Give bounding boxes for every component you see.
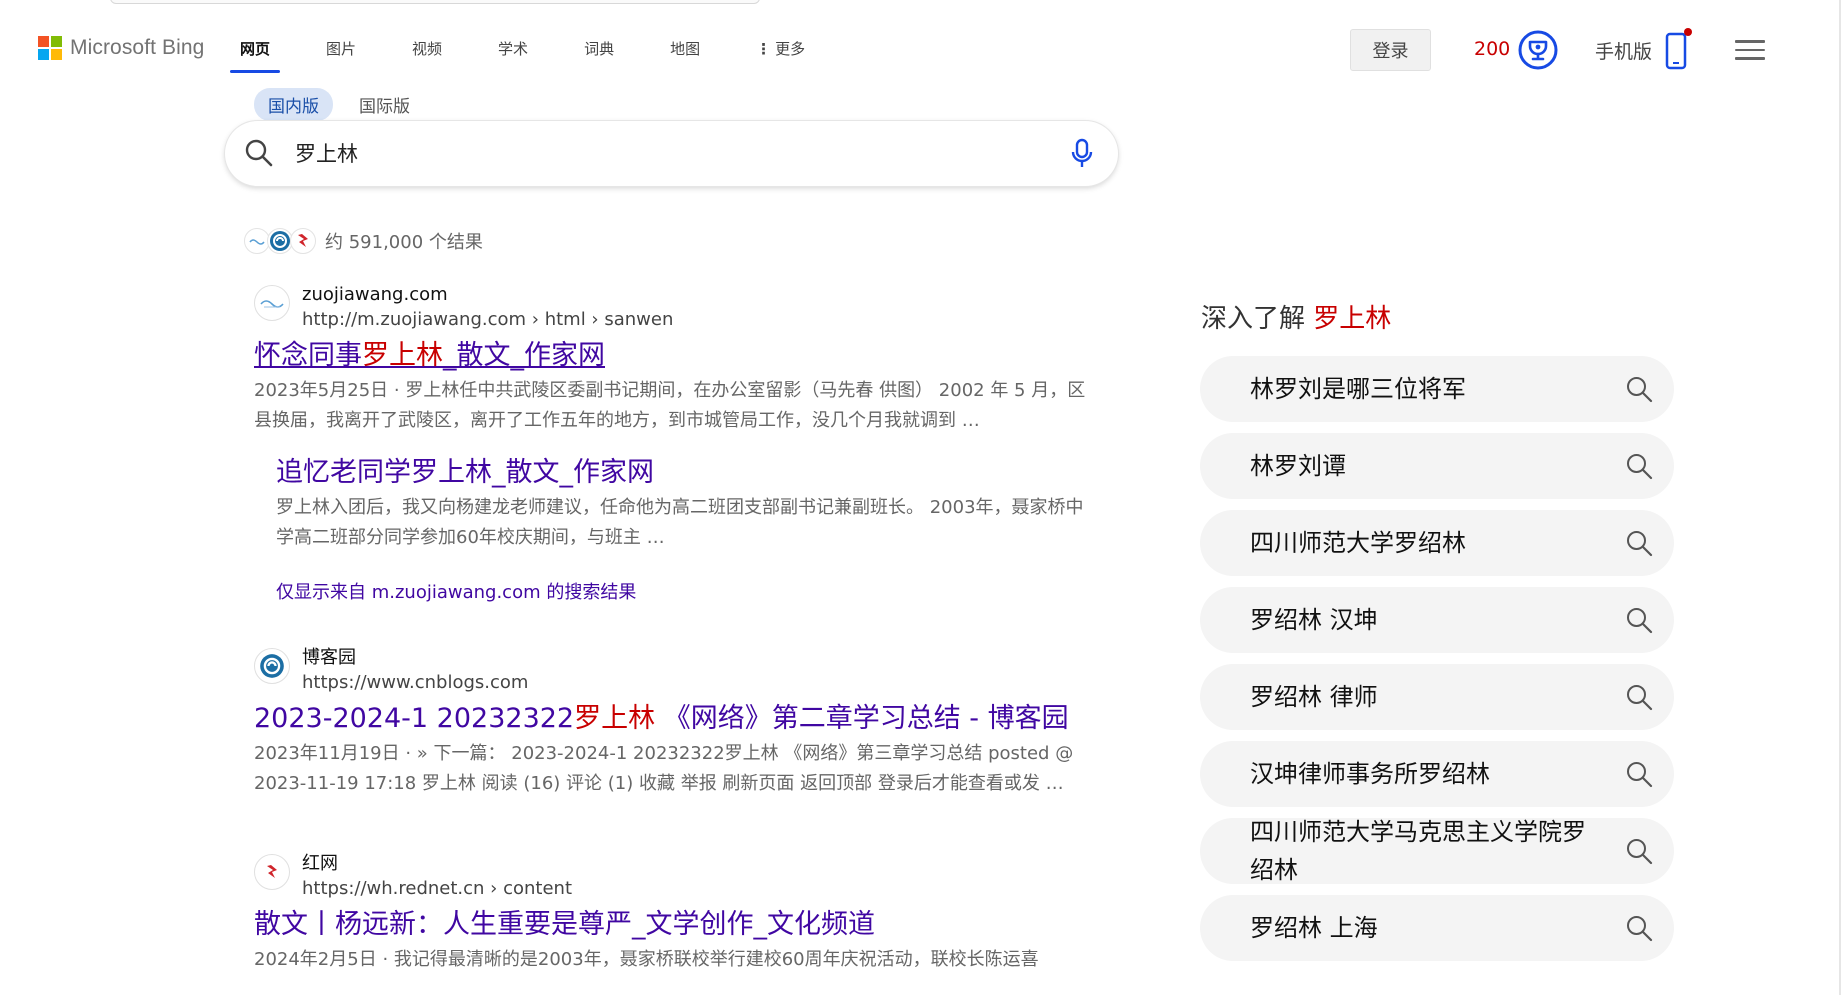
- tab-images[interactable]: 图片: [326, 30, 356, 73]
- trophy-icon[interactable]: [1518, 30, 1558, 70]
- phone-icon[interactable]: [1664, 28, 1692, 72]
- result-source[interactable]: 博客园 https://www.cnblogs.com: [254, 646, 1094, 695]
- brand-name: Microsoft Bing: [70, 36, 205, 59]
- result-url: https://www.cnblogs.com: [302, 672, 529, 693]
- login-button[interactable]: 登录: [1350, 29, 1431, 71]
- region-switch: 国内版 国际版: [254, 88, 424, 121]
- search-icon: [1627, 454, 1653, 480]
- browser-top-edge: [0, 0, 1841, 8]
- related-search-item[interactable]: 林罗刘谭: [1200, 433, 1674, 499]
- related-search-item[interactable]: 四川师范大学罗绍林: [1200, 510, 1674, 576]
- result-title-link[interactable]: 散文丨杨远新：人生重要是尊严_文学创作_文化频道: [254, 907, 1094, 943]
- result-source[interactable]: zuojiawang.com http://m.zuojiawang.com ›…: [254, 283, 1094, 332]
- search-box: [225, 121, 1118, 186]
- search-icon: [1627, 608, 1653, 634]
- site-name: 红网: [302, 853, 338, 874]
- result-url: https://wh.rednet.cn › content: [302, 878, 572, 899]
- microphone-icon[interactable]: [1068, 137, 1096, 171]
- results-count-row: 约 591,000 个结果: [244, 228, 483, 254]
- microsoft-logo-icon: [38, 36, 62, 60]
- more-dots-icon: ⋮: [756, 40, 772, 58]
- search-icon: [1627, 839, 1653, 865]
- tab-academic[interactable]: 学术: [498, 30, 528, 73]
- explore-more-title: 深入了解 罗上林: [1201, 304, 1392, 334]
- deep-link-snippet: 罗上林入团后，我又向杨建龙老师建议，任命他为高二班团支部副书记兼副班长。 200…: [276, 497, 1084, 548]
- deep-link: 追忆老同学罗上林_散文_作家网 罗上林入团后，我又向杨建龙老师建议，任命他为高二…: [276, 455, 1096, 553]
- bing-logo[interactable]: Microsoft Bing: [38, 36, 204, 60]
- related-search-item[interactable]: 林罗刘是哪三位将军: [1200, 356, 1674, 422]
- result-snippet: 2023年11月19日 · » 下一篇： 2023-2024-1 2023232…: [254, 743, 1074, 794]
- rewards-points[interactable]: 200: [1474, 38, 1510, 60]
- site-favicon-icon: [254, 648, 290, 684]
- related-search-item[interactable]: 罗绍林 汉坤: [1200, 587, 1674, 653]
- result-url: http://m.zuojiawang.com › html › sanwen: [302, 309, 674, 330]
- search-result: 红网 https://wh.rednet.cn › content 散文丨杨远新…: [254, 852, 1094, 975]
- site-favicon-icon: [254, 285, 290, 321]
- tab-dictionary[interactable]: 词典: [584, 30, 614, 73]
- related-search-item[interactable]: 汉坤律师事务所罗绍林: [1200, 741, 1674, 807]
- search-result: 博客园 https://www.cnblogs.com 2023-2024-1 …: [254, 646, 1094, 799]
- only-from-site-link[interactable]: 仅显示来自 m.zuojiawang.com 的搜索结果: [276, 578, 636, 604]
- search-result: zuojiawang.com http://m.zuojiawang.com ›…: [254, 283, 1094, 436]
- result-title-link[interactable]: 怀念同事罗上林_散文_作家网: [254, 338, 1094, 374]
- related-search-item[interactable]: 罗绍林 律师: [1200, 664, 1674, 730]
- search-icon[interactable]: [243, 137, 275, 169]
- tab-maps[interactable]: 地图: [670, 30, 700, 73]
- result-title-link[interactable]: 2023-2024-1 20232322罗上林 《网络》第二章学习总结 - 博客…: [254, 701, 1094, 737]
- region-international[interactable]: 国际版: [345, 88, 424, 121]
- related-search-item[interactable]: 罗绍林 上海: [1200, 895, 1674, 961]
- hamburger-menu-icon[interactable]: [1735, 40, 1765, 62]
- site-name: 博客园: [302, 647, 356, 668]
- vertical-nav: 网页 图片 视频 学术 词典 地图 ⋮ 更多: [229, 30, 861, 73]
- tab-more[interactable]: ⋮ 更多: [756, 30, 805, 73]
- more-label: 更多: [775, 40, 806, 58]
- search-icon: [1627, 685, 1653, 711]
- region-domestic[interactable]: 国内版: [254, 88, 333, 121]
- search-icon: [1627, 762, 1653, 788]
- search-icon: [1627, 377, 1653, 403]
- mobile-version-link[interactable]: 手机版: [1595, 37, 1652, 64]
- result-snippet: 2024年2月5日 · 我记得最清晰的是2003年，聂家桥联校举行建校60周年庆…: [254, 949, 1039, 970]
- site-name: zuojiawang.com: [302, 284, 448, 305]
- site-favicon-icon: [254, 854, 290, 890]
- search-input[interactable]: [295, 135, 1015, 171]
- search-icon: [1627, 531, 1653, 557]
- result-snippet: 2023年5月25日 · 罗上林任中共武陵区委副书记期间，在办公室留影（马先春 …: [254, 380, 1086, 431]
- result-source[interactable]: 红网 https://wh.rednet.cn › content: [254, 852, 1094, 901]
- tab-videos[interactable]: 视频: [412, 30, 442, 73]
- results-count: 约 591,000 个结果: [325, 232, 483, 253]
- tab-web[interactable]: 网页: [229, 30, 281, 73]
- related-search-item[interactable]: 四川师范大学马克思主义学院罗绍林: [1200, 818, 1674, 884]
- favicon-stack: [244, 228, 316, 254]
- search-icon: [1627, 916, 1653, 942]
- related-searches: 林罗刘是哪三位将军 林罗刘谭 四川师范大学罗绍林 罗绍林 汉坤 罗绍林 律师 汉…: [1200, 356, 1674, 972]
- site-favicon-icon: [290, 228, 316, 254]
- deep-link-title[interactable]: 追忆老同学罗上林_散文_作家网: [276, 455, 1096, 491]
